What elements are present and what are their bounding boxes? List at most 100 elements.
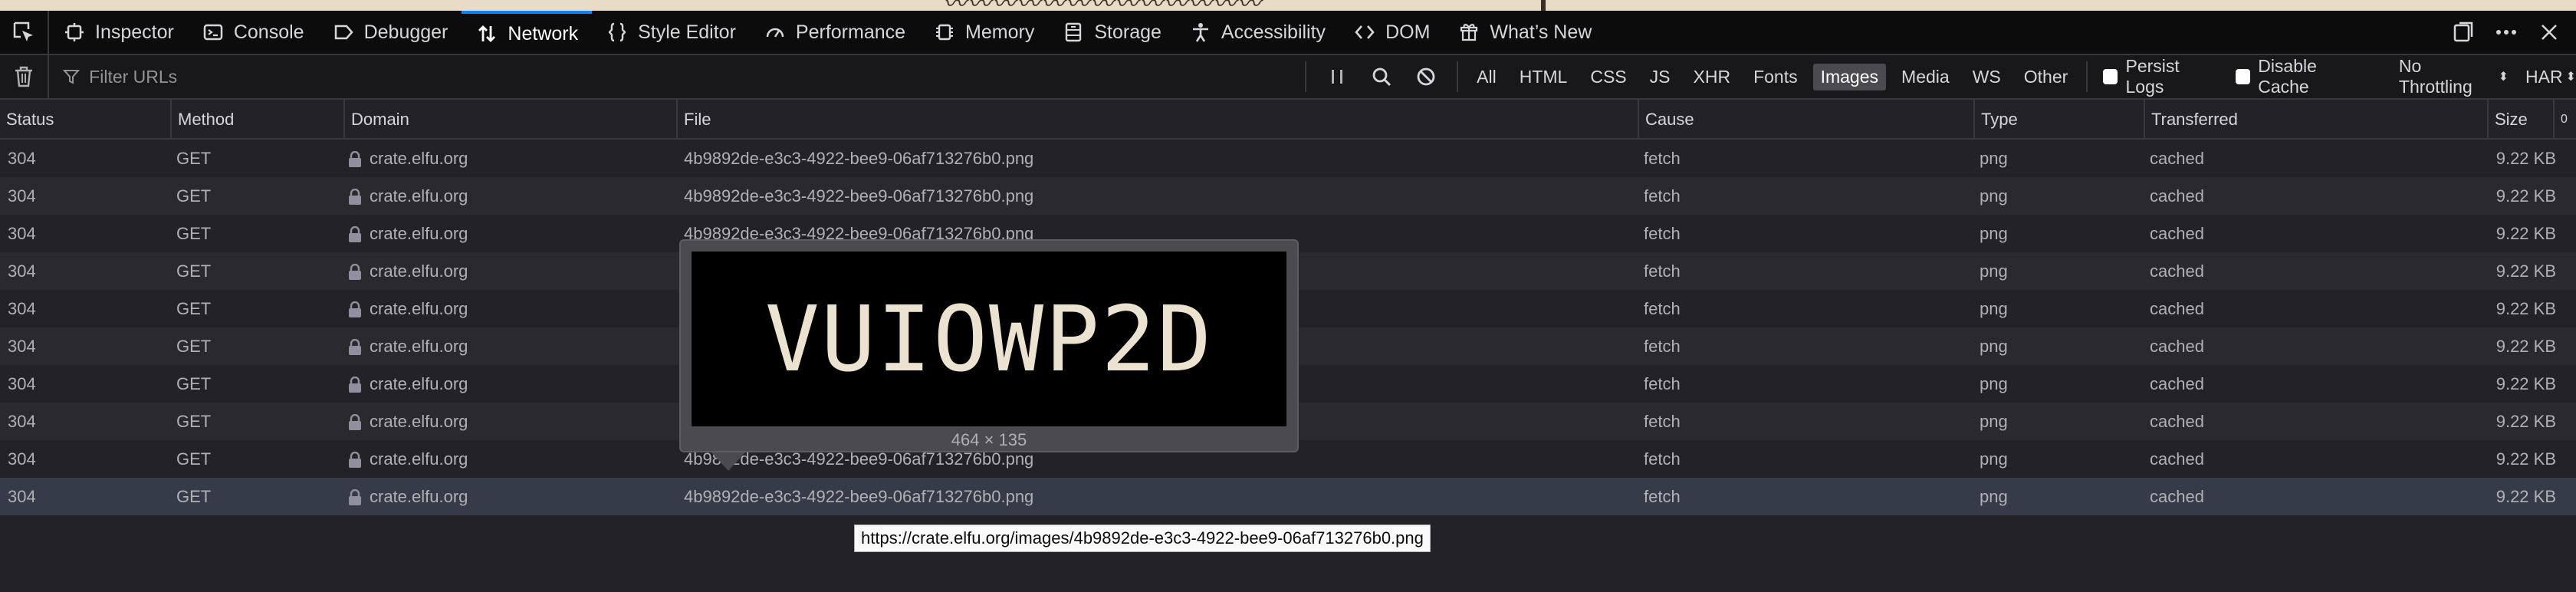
- preview-image-text: VUIOWP2D: [764, 286, 1214, 392]
- filter-button-all[interactable]: All: [1469, 64, 1504, 90]
- debugger-icon: [332, 21, 355, 44]
- disable-cache-box[interactable]: [2236, 69, 2251, 84]
- network-tools: [1305, 61, 1457, 92]
- trash-icon: [15, 66, 33, 87]
- filter-button-css[interactable]: CSS: [1582, 64, 1634, 90]
- cell-size: 9.22 KB: [2496, 449, 2556, 469]
- column-header-method[interactable]: Method: [172, 100, 345, 138]
- cell-size: 9.22 KB: [2496, 374, 2556, 393]
- lock-icon: [349, 151, 361, 168]
- request-row[interactable]: 304 GET crate.elfu.org 4b9892de-e3c3-4922-b…: [0, 478, 2576, 515]
- filter-button-js[interactable]: JS: [1642, 64, 1678, 90]
- filter-button-fonts[interactable]: Fonts: [1746, 64, 1806, 90]
- lock-icon: [349, 377, 361, 393]
- block-requests-icon[interactable]: [1415, 66, 1437, 87]
- cell-transferred: cached: [2150, 449, 2204, 469]
- cell-type: png: [1980, 149, 2008, 168]
- tab-accessibility[interactable]: Accessibility: [1175, 11, 1339, 54]
- close-icon[interactable]: [2538, 21, 2561, 44]
- har-dropdown[interactable]: HAR ⬍: [2525, 67, 2576, 87]
- cell-status: 304: [8, 299, 36, 318]
- cell-transferred: cached: [2150, 374, 2204, 393]
- cell-transferred: cached: [2150, 149, 2204, 168]
- dock-toggle-icon[interactable]: [2452, 21, 2475, 44]
- tab-label: Memory: [965, 21, 1035, 43]
- cell-type: png: [1980, 449, 2008, 469]
- filter-urls-placeholder: Filter URLs: [89, 66, 178, 87]
- column-header-cause[interactable]: Cause: [1639, 100, 1975, 138]
- cell-cause: fetch: [1644, 337, 1681, 356]
- clear-requests-button[interactable]: [0, 55, 50, 98]
- tab-label: What’s New: [1490, 21, 1592, 43]
- cell-method: GET: [176, 412, 212, 431]
- cell-status: 304: [8, 337, 36, 356]
- tab-label: Style Editor: [638, 21, 736, 43]
- disable-cache-checkbox[interactable]: Disable Cache: [2236, 56, 2368, 97]
- tab-label: Inspector: [95, 21, 174, 43]
- cell-size: 9.22 KB: [2496, 186, 2556, 206]
- cell-transferred: cached: [2150, 412, 2204, 431]
- tab-label: Storage: [1094, 21, 1162, 43]
- column-header-0[interactable]: 0: [2555, 100, 2576, 138]
- tab-style-editor[interactable]: Style Editor: [592, 11, 750, 54]
- cell-domain: crate.elfu.org: [348, 215, 468, 252]
- filter-button-html[interactable]: HTML: [1512, 64, 1576, 90]
- cell-type: png: [1980, 374, 2008, 393]
- tab-console[interactable]: Console: [188, 11, 318, 54]
- memory-icon: [933, 21, 956, 44]
- tab-label: Debugger: [363, 21, 449, 43]
- cell-method: GET: [176, 487, 212, 506]
- tab-label: DOM: [1385, 21, 1431, 43]
- cell-domain: crate.elfu.org: [348, 403, 468, 440]
- cell-status: 304: [8, 186, 36, 206]
- search-icon[interactable]: [1371, 66, 1392, 87]
- filter-button-media[interactable]: Media: [1894, 64, 1957, 90]
- whats-new-icon: [1457, 21, 1480, 44]
- filter-button-ws[interactable]: WS: [1965, 64, 2009, 90]
- cell-transferred: cached: [2150, 337, 2204, 356]
- persist-logs-checkbox[interactable]: Persist Logs: [2103, 56, 2219, 97]
- tab-label: Console: [233, 21, 304, 43]
- cell-method: GET: [176, 186, 212, 206]
- cell-status: 304: [8, 412, 36, 431]
- column-header-transferred[interactable]: Transferred: [2145, 100, 2489, 138]
- cell-cause: fetch: [1644, 261, 1681, 281]
- tab-network[interactable]: Network: [462, 11, 593, 54]
- console-icon: [202, 21, 225, 44]
- har-label: HAR: [2525, 66, 2563, 87]
- tab-storage[interactable]: Storage: [1048, 11, 1175, 54]
- filter-button-other[interactable]: Other: [2016, 64, 2076, 90]
- throttling-dropdown[interactable]: No Throttling ⬍: [2399, 56, 2509, 97]
- column-header-file[interactable]: File: [678, 100, 1639, 138]
- tab-debugger[interactable]: Debugger: [318, 11, 462, 54]
- request-type-filters: All HTML CSS JS XHR Fonts Images Media WS Other: [1457, 61, 2086, 92]
- cell-method: GET: [176, 261, 212, 281]
- tab-memory[interactable]: Memory: [919, 11, 1048, 54]
- tab-performance[interactable]: Performance: [750, 11, 919, 54]
- tab-dom[interactable]: DOM: [1339, 11, 1444, 54]
- cell-type: png: [1980, 337, 2008, 356]
- more-options-icon[interactable]: [2495, 21, 2518, 44]
- persist-logs-box[interactable]: [2103, 69, 2118, 84]
- filter-button-images[interactable]: Images: [1812, 63, 1887, 90]
- element-picker-button[interactable]: [0, 11, 49, 54]
- cell-size: 9.22 KB: [2496, 261, 2556, 281]
- column-header-size[interactable]: Size: [2489, 100, 2555, 138]
- column-header-status[interactable]: Status: [0, 100, 172, 138]
- filter-urls-box[interactable]: Filter URLs: [49, 55, 1305, 98]
- cell-type: png: [1980, 487, 2008, 506]
- tab-inspector[interactable]: Inspector: [49, 11, 188, 54]
- pause-icon[interactable]: [1326, 66, 1348, 87]
- request-row[interactable]: 304 GET crate.elfu.org 4b9892de-e3c3-4922-b…: [0, 177, 2576, 215]
- image-dimensions: 464 × 135: [951, 430, 1027, 449]
- domain-text: crate.elfu.org: [370, 412, 468, 431]
- cell-type: png: [1980, 299, 2008, 318]
- image-preview-popup: VUIOWP2D 464 × 135: [679, 239, 1299, 471]
- cell-cause: fetch: [1644, 299, 1681, 318]
- column-header-type[interactable]: Type: [1975, 100, 2145, 138]
- filter-button-xhr[interactable]: XHR: [1686, 64, 1739, 90]
- column-header-domain[interactable]: Domain: [345, 100, 678, 138]
- tab-what-s-new[interactable]: What’s New: [1444, 11, 1605, 54]
- domain-text: crate.elfu.org: [370, 261, 468, 281]
- request-row[interactable]: 304 GET crate.elfu.org 4b9892de-e3c3-4922-b…: [0, 140, 2576, 177]
